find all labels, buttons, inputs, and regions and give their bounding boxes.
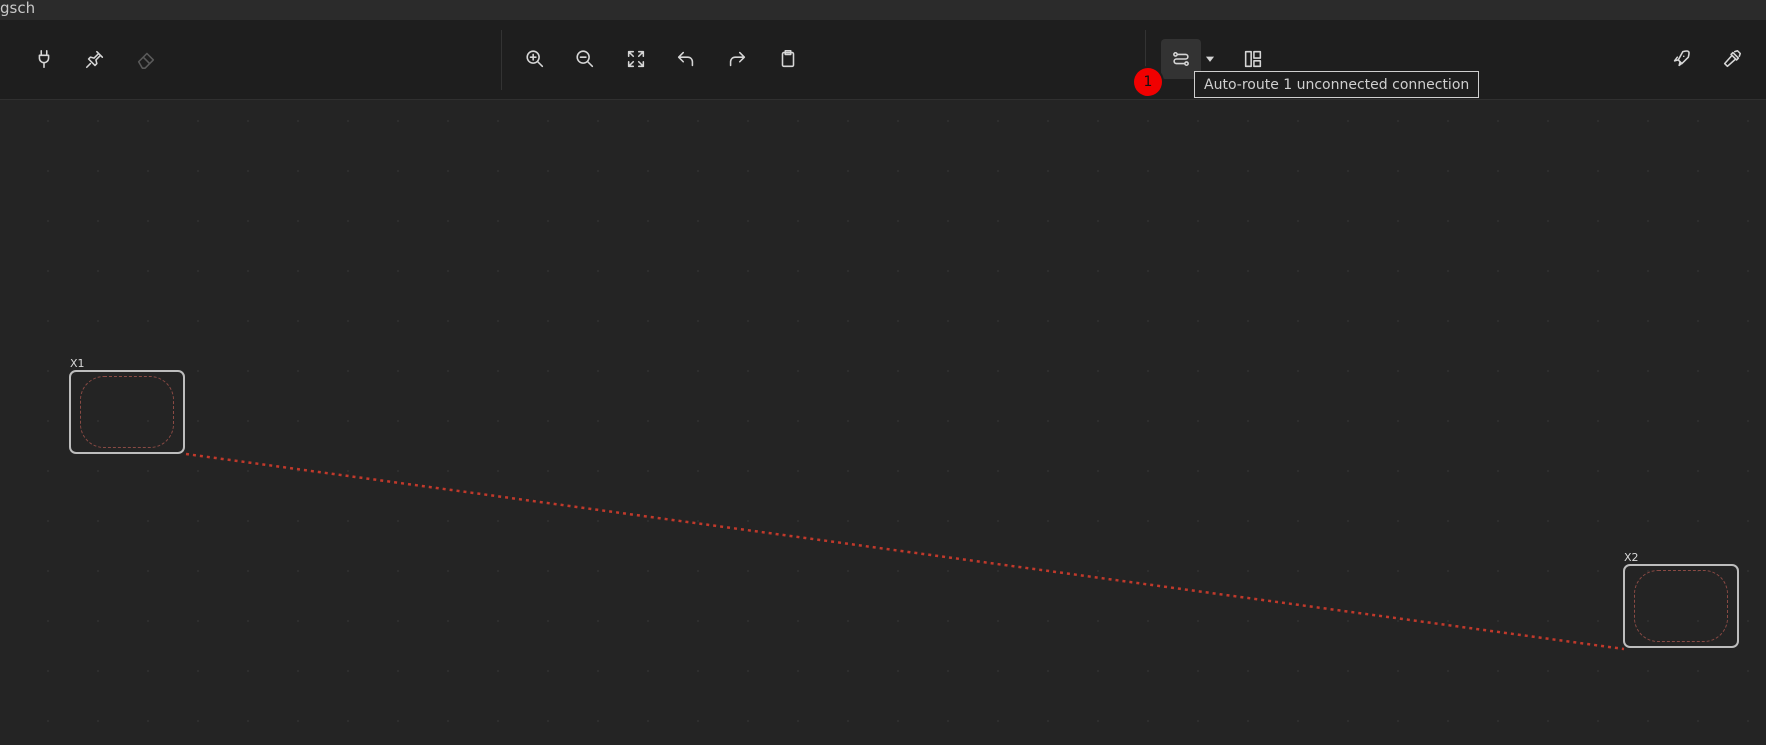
ratsnest-layer [185, 452, 1625, 651]
undo-button[interactable] [666, 39, 706, 79]
component-label-x1: X1 [70, 357, 85, 370]
fit-view-button[interactable] [616, 39, 656, 79]
fit-view-icon [627, 50, 645, 68]
component-x1[interactable] [69, 370, 185, 454]
plug-button[interactable] [24, 39, 64, 79]
unconnected-count-badge: 1 [1134, 68, 1162, 96]
auto-route-tooltip: Auto-route 1 unconnected connection [1194, 71, 1480, 98]
zoom-in-icon [526, 50, 544, 68]
build-button[interactable] [1712, 39, 1752, 79]
pin-icon [85, 50, 104, 69]
zoom-in-button[interactable] [515, 39, 555, 79]
dropdown-caret-icon [1205, 56, 1215, 62]
auto-route-icon [1173, 51, 1189, 67]
component-x1-outline [80, 376, 174, 448]
clipboard-icon [781, 49, 795, 68]
redo-button[interactable] [717, 39, 757, 79]
unconnected-ratsnest-line[interactable] [185, 452, 1625, 651]
eraser-icon [137, 52, 155, 69]
rocket-icon [1673, 50, 1690, 67]
layout-icon [1244, 50, 1262, 68]
run-button[interactable] [1661, 39, 1701, 79]
pin-button[interactable] [75, 39, 115, 79]
schematic-canvas[interactable]: X1 X2 [0, 100, 1766, 745]
plug-icon [38, 49, 50, 69]
undo-icon [677, 51, 694, 67]
zoom-out-button[interactable] [565, 39, 605, 79]
component-label-x2: X2 [1624, 551, 1639, 564]
eraser-button[interactable] [126, 39, 166, 79]
title-bar: gsch [0, 0, 1766, 20]
window-title: gsch [0, 0, 36, 17]
zoom-out-icon [576, 50, 594, 68]
partial-tool-icon[interactable] [0, 39, 18, 79]
toolbar [0, 20, 1766, 100]
redo-icon [729, 51, 746, 67]
clipboard-button[interactable] [768, 39, 808, 79]
component-x2[interactable] [1623, 564, 1739, 648]
toolbar-separator [501, 30, 502, 90]
hammer-icon [1723, 49, 1742, 68]
component-x2-outline [1634, 570, 1728, 642]
